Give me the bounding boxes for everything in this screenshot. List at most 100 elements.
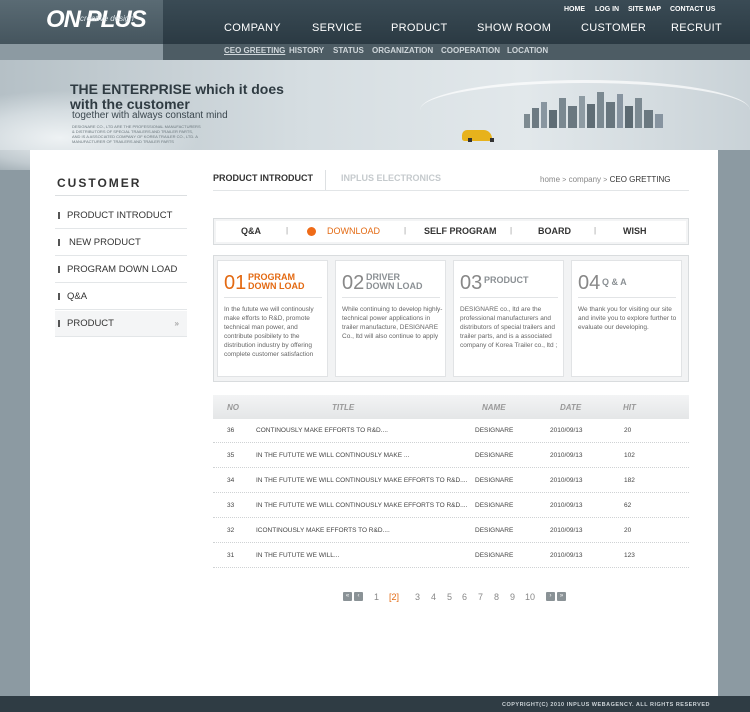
util-home-link[interactable]: HOME <box>564 6 585 13</box>
cell-no: 32 <box>227 527 235 534</box>
sidebar-item-new-product[interactable]: NEW PRODUCT <box>55 230 187 256</box>
header-tab-inplus-electronics[interactable]: INPLUS ELECTRONICS <box>341 173 441 183</box>
cell-no: 31 <box>227 552 235 559</box>
card-product[interactable]: 03 PRODUCT DESIGNARE co., ltd are the pr… <box>453 260 564 377</box>
cell-name: DESIGNARE <box>475 527 514 534</box>
tab-self-program[interactable]: SELF PROGRAM <box>424 226 497 236</box>
cell-title[interactable]: CONTINOUSLY MAKE EFFORTS TO R&D.... <box>256 427 388 434</box>
prev-page-button[interactable]: ‹ <box>354 592 363 601</box>
cell-title[interactable]: IN THE FUTUTE WE WILL CONTINOUSLY MAKE E… <box>256 477 467 484</box>
card-driver-download[interactable]: 02 DRIVER DOWN LOAD While continuing to … <box>335 260 446 377</box>
subnav-history[interactable]: HISTORY <box>289 46 324 55</box>
nav-customer[interactable]: CUSTOMER <box>581 22 646 34</box>
col-header-date[interactable]: DATE <box>560 403 581 412</box>
tab-separator: | <box>404 226 407 235</box>
page-3[interactable]: 3 <box>415 592 420 602</box>
col-header-name[interactable]: NAME <box>482 403 506 412</box>
subnav-cooperation[interactable]: COOPERATION <box>441 46 500 55</box>
util-contact-link[interactable]: CONTACT US <box>670 6 715 13</box>
cell-title[interactable]: IN THE FUTUTE WE WILL CONTINOUSLY MAKE .… <box>256 452 409 459</box>
breadcrumb-company[interactable]: company <box>569 175 601 184</box>
tab-board[interactable]: BOARD <box>538 226 571 236</box>
sidebar-item-label: NEW PRODUCT <box>69 237 141 248</box>
subnav-status[interactable]: STATUS <box>333 46 364 55</box>
page-8[interactable]: 8 <box>494 592 499 602</box>
card-number: 03 <box>460 272 483 294</box>
cell-name: DESIGNARE <box>475 452 514 459</box>
breadcrumb-sep: > <box>562 177 567 184</box>
card-title-line-2: DOWN LOAD <box>366 281 423 291</box>
page-1[interactable]: 1 <box>374 592 379 602</box>
cell-hit: 102 <box>624 452 635 459</box>
bullet-icon <box>58 293 60 300</box>
card-program-download[interactable]: 01 PROGRAM DOWN LOAD In the futute we wi… <box>217 260 328 377</box>
page-2-current[interactable]: [2] <box>389 592 399 602</box>
page-5[interactable]: 5 <box>447 592 452 602</box>
page-6[interactable]: 6 <box>462 592 467 602</box>
logo-area[interactable]: ON PLUS creative design <box>0 0 163 44</box>
nav-service[interactable]: SERVICE <box>312 22 362 34</box>
col-header-title[interactable]: TITLE <box>332 403 354 412</box>
sidebar-item-product-introduct[interactable]: PRODUCT INTRODUCT <box>55 203 187 229</box>
tab-separator: | <box>510 226 513 235</box>
cell-no: 33 <box>227 502 235 509</box>
nav-product[interactable]: PRODUCT <box>391 22 448 34</box>
tab-qa[interactable]: Q&A <box>241 226 261 236</box>
nav-company[interactable]: COMPANY <box>224 22 281 34</box>
card-title-line-2: DOWN LOAD <box>248 281 305 291</box>
cell-no: 36 <box>227 427 235 434</box>
nav-recruit[interactable]: RECRUIT <box>671 22 722 34</box>
cell-no: 35 <box>227 452 235 459</box>
cell-title[interactable]: IN THE FUTUTE WE WILL CONTINOUSLY MAKE E… <box>256 502 467 509</box>
logo-tagline: creative design <box>80 14 134 23</box>
tab-separator: | <box>594 226 597 235</box>
card-qa[interactable]: 04 Q & A We thank you for visiting our s… <box>571 260 682 377</box>
cell-name: DESIGNARE <box>475 427 514 434</box>
breadcrumb-sep: > <box>603 177 608 184</box>
page-4[interactable]: 4 <box>431 592 436 602</box>
card-number: 04 <box>578 272 601 294</box>
page-7[interactable]: 7 <box>478 592 483 602</box>
copyright-text: COPYRIGHT(C) 2010 INPLUS WEBAGENCY. ALL … <box>501 702 710 708</box>
subnav-ceo-greeting[interactable]: CEO GREETING <box>224 46 285 55</box>
car-icon <box>462 130 494 142</box>
subnav-organization[interactable]: ORGANIZATION <box>372 46 433 55</box>
card-text: In the futute we will continously make e… <box>224 306 314 358</box>
last-page-button[interactable]: » <box>557 592 566 601</box>
util-sitemap-link[interactable]: SITE MAP <box>628 6 661 13</box>
first-page-button[interactable]: « <box>343 592 352 601</box>
next-page-button[interactable]: › <box>546 592 555 601</box>
breadcrumb-home[interactable]: home <box>540 175 560 184</box>
hero-small-text: DESIGNARE CO., LTD ARE THE PROFESSIONAL … <box>72 124 201 144</box>
cell-hit: 182 <box>624 477 635 484</box>
tab-download[interactable]: DOWNLOAD <box>327 226 380 236</box>
city-skyline-icon <box>524 92 663 128</box>
sidebar-divider <box>55 195 187 196</box>
cell-date: 2010/09/13 <box>550 427 583 434</box>
page-9[interactable]: 9 <box>510 592 515 602</box>
sidebar-item-label: PRODUCT INTRODUCT <box>67 210 173 221</box>
card-text: We thank you for visiting our site and i… <box>578 306 677 331</box>
col-header-hit[interactable]: HIT <box>623 403 636 412</box>
card-title: Q & A <box>602 278 682 287</box>
header-tab-divider <box>325 170 326 190</box>
page-10[interactable]: 10 <box>525 592 535 602</box>
table-header <box>213 395 689 419</box>
util-login-link[interactable]: LOG IN <box>595 6 619 13</box>
nav-showroom[interactable]: SHOW ROOM <box>477 22 551 34</box>
sidebar-item-product[interactable]: PRODUCT » <box>55 311 187 337</box>
sidebar-item-program-download[interactable]: PROGRAM DOWN LOAD <box>55 257 187 283</box>
tab-wish[interactable]: WISH <box>623 226 647 236</box>
card-title: DRIVER DOWN LOAD <box>366 273 446 291</box>
col-header-no[interactable]: NO <box>227 403 239 412</box>
sidebar-item-label: PROGRAM DOWN LOAD <box>67 264 178 275</box>
subnav-location[interactable]: LOCATION <box>507 46 548 55</box>
cell-date: 2010/09/13 <box>550 502 583 509</box>
cell-title[interactable]: ICONTINOUSLY MAKE EFFORTS TO R&D.... <box>256 527 390 534</box>
header-divider <box>213 190 689 191</box>
sidebar-item-qa[interactable]: Q&A <box>55 284 187 310</box>
header-tab-product-introduct[interactable]: PRODUCT INTRODUCT <box>213 173 313 183</box>
cell-date: 2010/09/13 <box>550 477 583 484</box>
card-number: 02 <box>342 272 365 294</box>
cell-title[interactable]: IN THE FUTUTE WE WILL... <box>256 552 339 559</box>
